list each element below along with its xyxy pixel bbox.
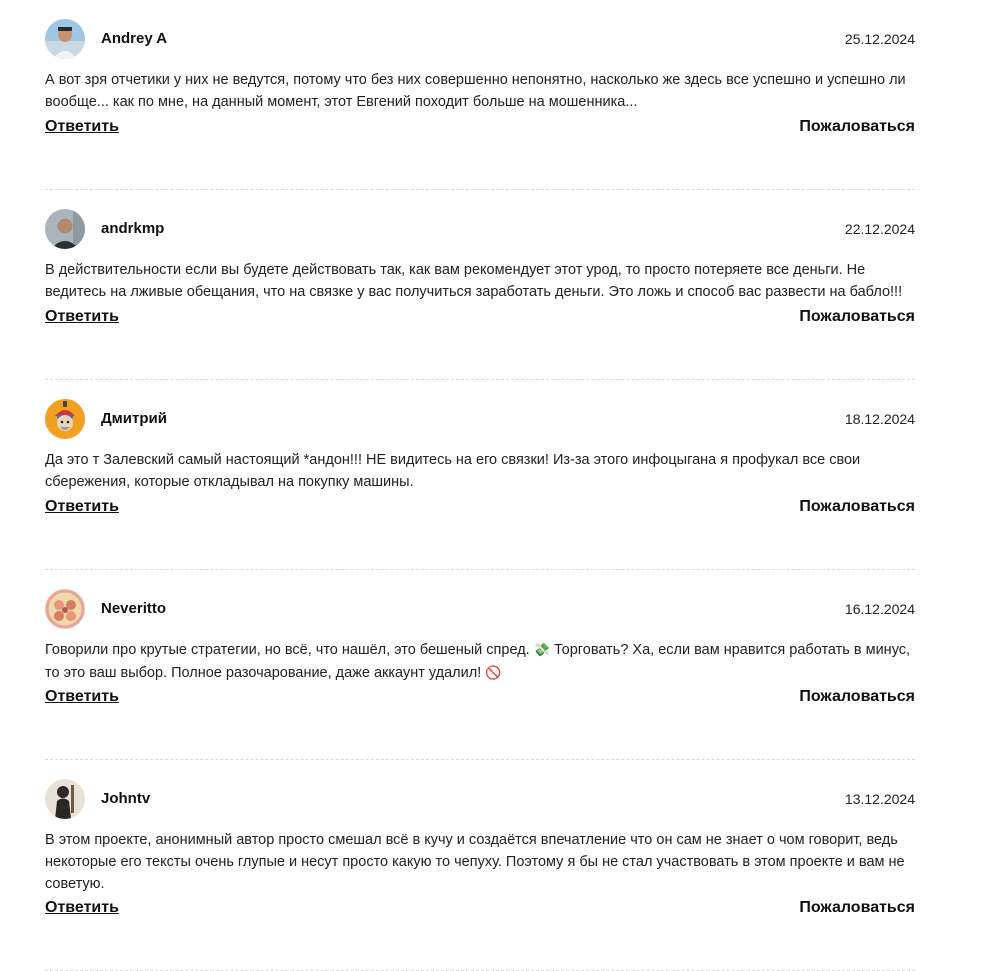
reply-button[interactable]: Ответить (45, 688, 119, 706)
avatar-photo-icon (45, 779, 85, 819)
avatar-illustration-icon (45, 589, 85, 629)
comment-text: В действительности если вы будете действ… (45, 262, 903, 300)
comment-text: А вот зря отчетики у них не ведутся, пот… (45, 72, 906, 110)
prohibited-icon: 🚫 (485, 666, 502, 681)
avatar-photo-icon (45, 19, 85, 59)
comment-text: Да это т Залевский самый настоящий *андо… (45, 452, 861, 490)
user-avatar[interactable] (45, 19, 85, 59)
comment-text: В этом проекте, анонимный автор просто с… (45, 832, 905, 892)
reply-button[interactable]: Ответить (45, 308, 119, 326)
comment-header: Neveritto 16.12.2024 (45, 589, 915, 629)
reply-button[interactable]: Ответить (45, 899, 119, 917)
comment-date: 22.12.2024 (844, 221, 915, 237)
comment-actions: Ответить Пожаловаться (45, 308, 915, 330)
comment-date: 13.12.2024 (844, 791, 915, 807)
comment-actions: Ответить Пожаловаться (45, 688, 915, 710)
comments-list: Andrey A 25.12.2024 А вот зря отчетики у… (45, 0, 915, 971)
user-avatar[interactable] (45, 209, 85, 249)
comment-username: Andrey A (101, 30, 168, 47)
comment-text: Говорили про крутые стратегии, но всё, ч… (45, 639, 915, 685)
report-button[interactable]: Пожаловаться (799, 688, 915, 706)
comment-username: andrkmp (101, 220, 165, 237)
money-wings-icon: 💸 (533, 643, 550, 658)
comment-username: Neveritto (101, 600, 167, 617)
comment-username: Johntv (101, 790, 151, 807)
comment-actions: Ответить Пожаловаться (45, 899, 915, 921)
comment-header: Andrey A 25.12.2024 (45, 19, 915, 59)
comment-actions: Ответить Пожаловаться (45, 118, 915, 140)
avatar-cartoon-icon (45, 399, 85, 439)
comment-header: Дмитрий 18.12.2024 (45, 399, 915, 439)
comment-header: Johntv 13.12.2024 (45, 779, 915, 819)
report-button[interactable]: Пожаловаться (799, 498, 915, 516)
comment-date: 18.12.2024 (844, 411, 915, 427)
comment-item: Andrey A 25.12.2024 А вот зря отчетики у… (45, 0, 915, 190)
report-button[interactable]: Пожаловаться (799, 308, 915, 326)
user-avatar[interactable] (45, 779, 85, 819)
user-avatar[interactable] (45, 589, 85, 629)
reply-button[interactable]: Ответить (45, 118, 119, 136)
comment-date: 16.12.2024 (844, 601, 915, 617)
report-button[interactable]: Пожаловаться (799, 899, 915, 917)
comment-item: Дмитрий 18.12.2024 Да это т Залевский са… (45, 380, 915, 570)
comment-item: Neveritto 16.12.2024 Говорили про крутые… (45, 570, 915, 760)
comment-username: Дмитрий (101, 410, 167, 427)
report-button[interactable]: Пожаловаться (799, 118, 915, 136)
comment-date: 25.12.2024 (844, 31, 915, 47)
comment-actions: Ответить Пожаловаться (45, 498, 915, 520)
comment-item: andrkmp 22.12.2024 В действительности ес… (45, 190, 915, 380)
comment-header: andrkmp 22.12.2024 (45, 209, 915, 249)
user-avatar[interactable] (45, 399, 85, 439)
comment-text-part: Говорили про крутые стратегии, но всё, ч… (45, 642, 530, 658)
avatar-photo-icon (45, 209, 85, 249)
reply-button[interactable]: Ответить (45, 498, 119, 516)
comment-item: Johntv 13.12.2024 В этом проекте, аноним… (45, 760, 915, 971)
